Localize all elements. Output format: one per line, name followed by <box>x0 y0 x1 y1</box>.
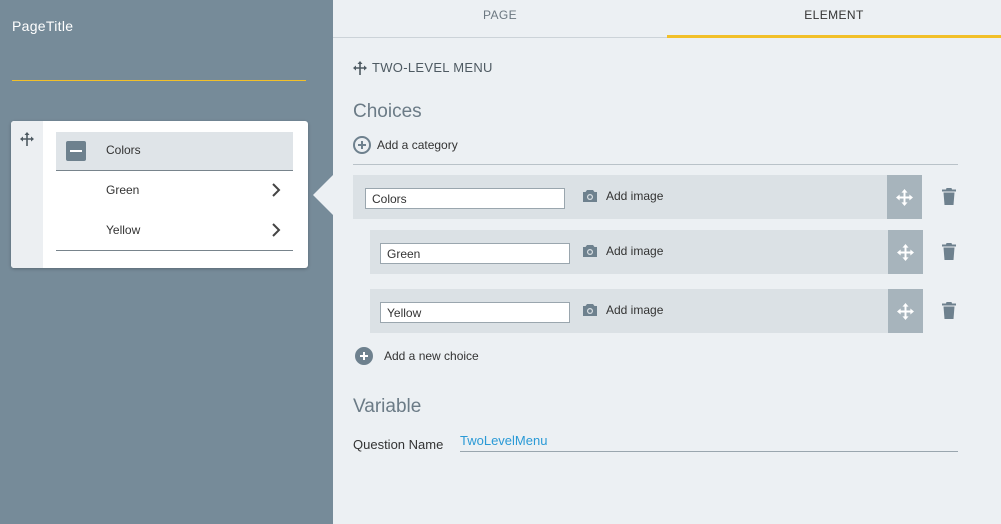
editor-tabs: PAGE ELEMENT <box>333 0 1001 38</box>
minus-square-icon[interactable] <box>66 141 86 161</box>
drag-handle[interactable] <box>887 175 922 219</box>
add-choice-label: Add a new choice <box>384 349 479 363</box>
add-image-button[interactable]: Add image <box>582 189 663 203</box>
two-level-menu-widget[interactable]: Colors Green Yellow <box>11 121 308 268</box>
add-image-label: Add image <box>606 244 664 258</box>
move-arrows-icon <box>897 244 914 261</box>
menu-header-colors[interactable]: Colors <box>56 132 293 171</box>
variable-title: Variable <box>353 396 422 417</box>
trash-icon[interactable] <box>942 243 956 260</box>
add-image-button[interactable]: Add image <box>582 303 663 317</box>
category-row: Add image <box>353 175 922 219</box>
move-arrows-icon <box>897 303 914 320</box>
category-input[interactable] <box>365 188 565 209</box>
choice-input[interactable] <box>380 302 570 323</box>
add-category-button[interactable]: Add a category <box>353 136 458 154</box>
drag-handle[interactable] <box>888 230 923 274</box>
menu-item-green[interactable]: Green <box>56 171 293 211</box>
camera-icon <box>583 190 597 202</box>
add-image-label: Add image <box>606 303 664 317</box>
menu-item-yellow[interactable]: Yellow <box>56 211 293 251</box>
add-image-button[interactable]: Add image <box>582 244 663 258</box>
menu-bottom-divider <box>56 250 293 251</box>
move-arrows-icon <box>896 189 913 206</box>
menu-item-label: Green <box>106 183 140 197</box>
page-title-input[interactable]: PageTitle <box>12 12 306 81</box>
menu-item-label: Yellow <box>106 223 141 237</box>
add-image-label: Add image <box>606 189 664 203</box>
tab-element[interactable]: ELEMENT <box>667 0 1001 38</box>
drag-handle[interactable] <box>888 289 923 333</box>
choice-row: Add image <box>370 289 923 333</box>
plus-circle-icon <box>355 347 373 365</box>
add-category-label: Add a category <box>377 138 458 152</box>
question-name-field[interactable]: TwoLevelMenu <box>460 432 958 452</box>
preview-panel: PageTitle Colors Green Yellow <box>0 0 333 524</box>
plus-circle-icon <box>353 136 371 154</box>
page-title-text[interactable]: PageTitle <box>12 18 73 34</box>
tab-page[interactable]: PAGE <box>333 0 667 38</box>
move-arrows-icon <box>20 132 34 146</box>
selection-pointer <box>313 175 333 215</box>
add-choice-button[interactable]: Add a new choice <box>355 347 479 365</box>
chevron-right-icon <box>272 183 281 197</box>
question-name-label: Question Name <box>353 437 444 452</box>
trash-icon[interactable] <box>942 302 956 319</box>
choice-row: Add image <box>370 230 923 274</box>
camera-icon <box>583 304 597 316</box>
widget-drag-handle[interactable] <box>11 121 43 268</box>
element-type-label: TWO-LEVEL MENU <box>372 60 493 75</box>
camera-icon <box>583 245 597 257</box>
chevron-right-icon <box>272 223 281 237</box>
menu-header-label: Colors <box>106 143 141 157</box>
choices-divider <box>353 164 958 165</box>
choice-input[interactable] <box>380 243 570 264</box>
element-type-heading: TWO-LEVEL MENU <box>353 60 493 75</box>
trash-icon[interactable] <box>942 188 956 205</box>
move-arrows-icon <box>353 60 367 75</box>
choices-title: Choices <box>353 101 422 122</box>
question-name-value[interactable]: TwoLevelMenu <box>460 433 547 448</box>
